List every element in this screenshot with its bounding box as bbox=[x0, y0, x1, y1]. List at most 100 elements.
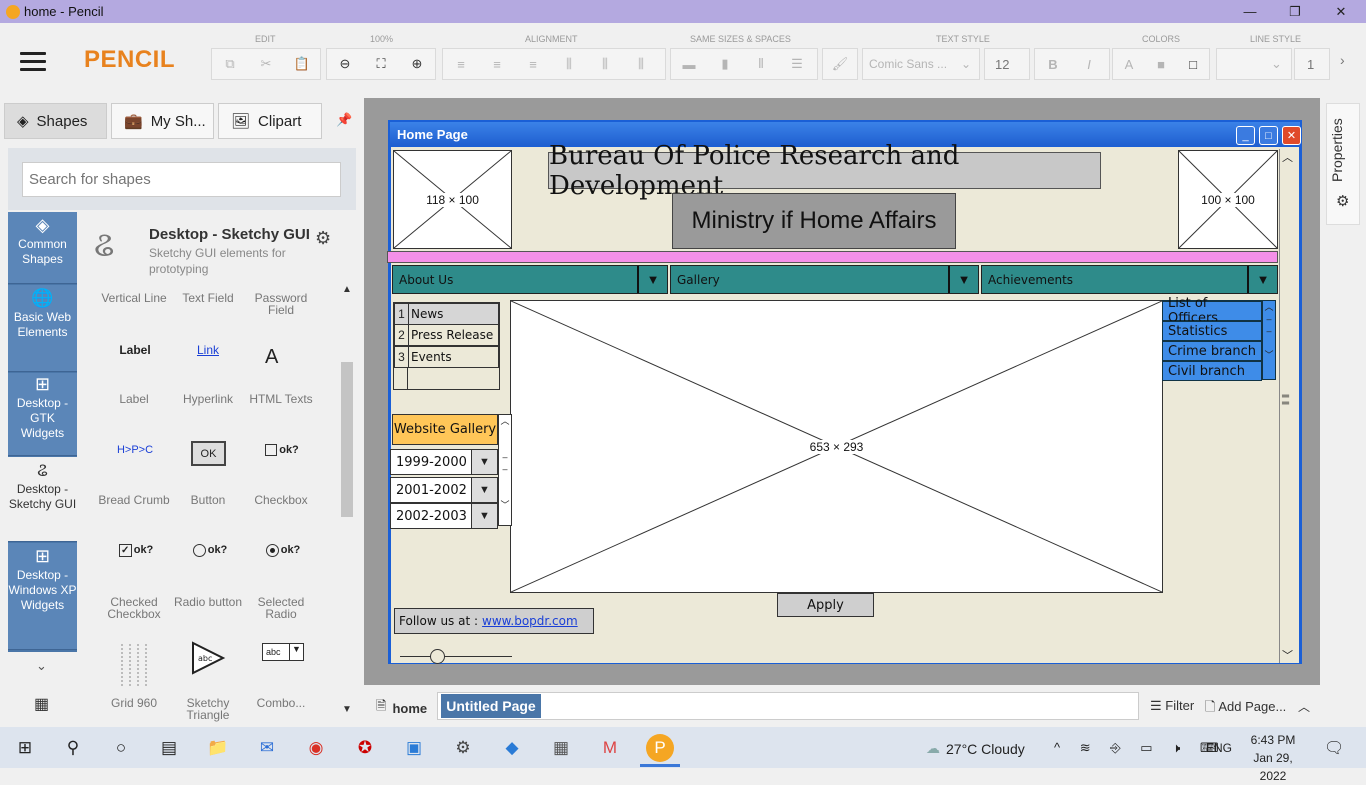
app-icon[interactable]: ✪ bbox=[352, 735, 378, 761]
properties-panel-toggle[interactable]: Properties ⚙ bbox=[1326, 103, 1360, 225]
font-family-select[interactable]: Comic Sans ... ⌄ bbox=[862, 48, 980, 80]
notification-icon[interactable]: 🗨 bbox=[1324, 738, 1344, 758]
shape-vertical-line[interactable]: Vertical Line bbox=[97, 292, 171, 304]
clock[interactable]: 6:43 PM Jan 29, 2022 bbox=[1244, 731, 1302, 785]
dropdown-arrow-icon: ▼ bbox=[471, 504, 497, 528]
restore-button[interactable]: ❐ bbox=[1272, 0, 1318, 23]
dropdown-arrow-icon: ▼ bbox=[471, 450, 497, 474]
task-view-icon[interactable]: ▤ bbox=[156, 735, 182, 761]
toolbar-scroll-right-icon[interactable]: › bbox=[1340, 52, 1345, 68]
close-button[interactable]: ✕ bbox=[1318, 0, 1364, 23]
shape-breadcrumb[interactable]: Bread Crumb bbox=[97, 494, 171, 506]
copy-icon[interactable]: ⧉ bbox=[212, 56, 248, 72]
chevron-down-icon[interactable]: ⌄ bbox=[36, 658, 47, 674]
cortana-icon[interactable]: ○ bbox=[108, 735, 134, 761]
align-top-icon[interactable]: ⫼ bbox=[551, 56, 587, 72]
shape-password-field[interactable]: Password Field bbox=[244, 292, 318, 316]
shape-selected-radio[interactable]: Selected Radio bbox=[244, 596, 318, 620]
menu-achievements: Achievements ▼ bbox=[981, 265, 1278, 294]
scrollbar-thumb[interactable] bbox=[341, 362, 353, 517]
shape-checked-checkbox[interactable]: Checked Checkbox bbox=[97, 596, 171, 620]
font-size-input[interactable]: 12 bbox=[984, 48, 1030, 80]
same-width-icon[interactable]: ▬ bbox=[671, 57, 707, 72]
minimize-button[interactable]: — bbox=[1227, 0, 1273, 23]
language-indicator[interactable]: ENG bbox=[1206, 741, 1232, 755]
bold-icon[interactable]: B bbox=[1035, 57, 1071, 72]
chrome-icon[interactable]: ◉ bbox=[303, 735, 329, 761]
search-shapes-input[interactable] bbox=[22, 162, 341, 197]
shape-text-field[interactable]: Text Field bbox=[171, 292, 245, 304]
category-gtk[interactable]: ⊞ Desktop - GTK Widgets bbox=[8, 373, 77, 456]
add-page-button[interactable]: 🗋 Add Page... bbox=[1205, 698, 1286, 720]
fit-icon[interactable]: ⛶ bbox=[363, 56, 399, 72]
gear-icon[interactable]: ⚙ bbox=[315, 228, 331, 249]
cut-icon[interactable]: ✂ bbox=[248, 56, 284, 72]
category-common-shapes[interactable]: ◈ Common Shapes bbox=[8, 212, 77, 284]
tab-clipart[interactable]: 🖼 Clipart bbox=[218, 103, 322, 139]
shape-button[interactable]: Button bbox=[171, 494, 245, 506]
space-h-icon[interactable]: ⫴ bbox=[743, 56, 779, 72]
vscode-icon[interactable]: ◆ bbox=[499, 735, 525, 761]
control-panel-icon[interactable]: ▣ bbox=[401, 735, 427, 761]
same-height-icon[interactable]: ▮ bbox=[707, 56, 743, 72]
weather-widget[interactable]: ☁ 27°C Cloudy bbox=[926, 740, 1025, 757]
scroll-up-icon[interactable]: ▲ bbox=[342, 284, 352, 295]
layers-icon: ◈ bbox=[35, 215, 50, 235]
shape-html-texts[interactable]: HTML Texts bbox=[244, 393, 318, 405]
apps-grid-icon[interactable]: ▦ bbox=[34, 694, 49, 714]
scroll-grip-icon: ═ ═ bbox=[1282, 391, 1290, 409]
file-explorer-icon[interactable]: 📁 bbox=[205, 735, 231, 761]
category-sketchy-gui[interactable]: ଌ Desktop - Sketchy GUI bbox=[8, 457, 77, 542]
tab-untitled-page[interactable]: Untitled Page bbox=[441, 694, 541, 718]
hamburger-menu-icon[interactable] bbox=[20, 52, 46, 71]
fill-color-icon[interactable]: ■ bbox=[1145, 57, 1177, 72]
zoom-in-icon[interactable]: ⊕ bbox=[399, 56, 435, 72]
chevron-down-icon: ⌄ bbox=[961, 57, 972, 71]
calculator-icon[interactable]: ▦ bbox=[548, 735, 574, 761]
align-right-icon[interactable]: ≡ bbox=[515, 57, 551, 72]
shape-radio-button[interactable]: Radio button bbox=[171, 596, 245, 608]
space-v-icon[interactable]: ☰ bbox=[779, 56, 815, 72]
align-left-icon[interactable]: ≡ bbox=[443, 57, 479, 72]
listbox-scrollbar: ︿ – – ﹀ bbox=[1262, 301, 1275, 379]
line-width-input[interactable]: 1 bbox=[1294, 48, 1330, 80]
align-center-icon[interactable]: ≡ bbox=[479, 57, 515, 72]
zoom-out-icon[interactable]: ⊖ bbox=[327, 56, 363, 72]
pencil-taskbar-icon[interactable]: P bbox=[646, 734, 674, 762]
paste-icon[interactable]: 📋 bbox=[284, 56, 320, 72]
shape-label[interactable]: Label bbox=[97, 393, 171, 405]
tab-shapes[interactable]: ◈ Shapes bbox=[4, 103, 107, 139]
mail-icon[interactable]: ✉ bbox=[254, 735, 280, 761]
align-bottom-icon[interactable]: ⫼ bbox=[623, 56, 659, 72]
italic-icon[interactable]: I bbox=[1071, 57, 1107, 72]
pin-icon[interactable]: 📌 bbox=[336, 112, 352, 128]
text-color-icon[interactable]: A bbox=[1113, 57, 1145, 72]
scroll-down-icon[interactable]: ▼ bbox=[342, 704, 352, 715]
align-middle-icon[interactable]: ⫼ bbox=[587, 56, 623, 72]
category-windows-xp[interactable]: ⊞ Desktop - Windows XP Widgets bbox=[8, 543, 77, 650]
shape-grid-960[interactable]: Grid 960 bbox=[97, 697, 171, 709]
shapes-scrollbar[interactable]: ▲ ▼ bbox=[340, 284, 354, 720]
tab-my-shapes[interactable]: 💼 My Sh... bbox=[111, 103, 214, 139]
shape-sketchy-triangle[interactable]: Sketchy Triangle bbox=[171, 697, 245, 721]
toolbar-group-textstyle-label: TEXT STYLE bbox=[936, 34, 990, 44]
shape-checkbox[interactable]: Checkbox bbox=[244, 494, 318, 506]
format-painter-icon[interactable]: 🖌 bbox=[823, 56, 857, 72]
radio-preview: ok? bbox=[188, 540, 232, 560]
shape-hyperlink[interactable]: Hyperlink bbox=[171, 393, 245, 405]
filter-button[interactable]: ☰ Filter bbox=[1150, 698, 1194, 714]
chevron-up-icon[interactable]: ︿ bbox=[1298, 698, 1310, 715]
line-style-select[interactable]: ⌄ bbox=[1216, 48, 1292, 80]
search-icon[interactable]: ⚲ bbox=[60, 735, 86, 761]
windows-start-icon[interactable]: ⊞ bbox=[12, 735, 38, 761]
home-page-tab[interactable]: 🗎 home bbox=[376, 697, 427, 719]
chevron-down-icon: ⌄ bbox=[1271, 56, 1282, 71]
list-item: 1 News bbox=[394, 303, 499, 325]
system-tray-icons[interactable]: ^ ≋ ⎆ ▭ 🕨 ⌨ bbox=[1054, 740, 1227, 756]
shape-combo[interactable]: Combo... bbox=[244, 697, 318, 709]
category-basic-web[interactable]: 🌐 Basic Web Elements bbox=[8, 285, 77, 372]
gmail-icon[interactable]: M bbox=[597, 735, 623, 761]
stroke-color-icon[interactable]: □ bbox=[1177, 57, 1209, 72]
slider-track bbox=[400, 656, 512, 657]
settings-gear-icon[interactable]: ⚙ bbox=[450, 735, 476, 761]
